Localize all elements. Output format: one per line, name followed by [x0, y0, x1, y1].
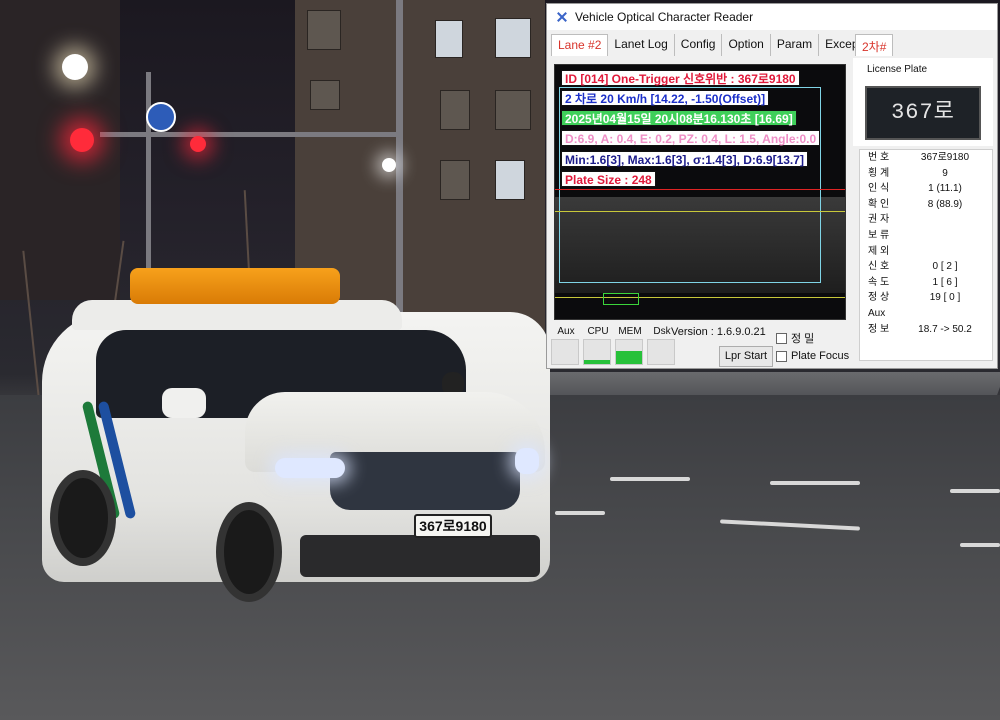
warning-lightbar: [130, 268, 340, 304]
overlay-time-line: 2025년04월15일 20시08분16.130초 [16.69]: [561, 110, 797, 126]
meter-mem: MEM: [615, 326, 645, 366]
info-value: 367로9180: [920, 152, 970, 163]
meter-label: MEM: [618, 326, 642, 337]
info-key: 속 도: [868, 276, 890, 288]
info-key: Aux: [868, 307, 886, 319]
info-key: 번 호: [868, 152, 890, 163]
info-key: 정 보: [868, 323, 890, 335]
info-value: 1 [ 6 ]: [932, 276, 958, 288]
info-row: 정 보 18.7 -> 50.2: [860, 322, 992, 338]
license-plate-title: License Plate: [867, 64, 928, 75]
meter-fill: [584, 360, 610, 364]
info-key: 보 류: [868, 229, 890, 241]
precision-checkbox[interactable]: 정 밀: [776, 330, 814, 346]
street-lamp: [62, 54, 88, 80]
info-row: 인 식 1 (11.1): [860, 181, 992, 197]
meter-label: Aux: [557, 326, 575, 337]
license-plate-panel: License Plate 367로9180: [853, 58, 993, 175]
title-bar: Vehicle Optical Character Reader: [547, 4, 997, 30]
info-row: 속 도 1 [ 6 ]: [860, 275, 992, 291]
tab-param[interactable]: Param: [771, 34, 820, 56]
tab-config[interactable]: Config: [675, 34, 723, 56]
info-key: 신 호: [868, 261, 890, 273]
info-key: 인 식: [868, 183, 890, 195]
recognition-info-table: 번 호 367로9180 횡 계 9 인 식 1 (11.1) 확 인 8 (88.9)…: [859, 149, 993, 361]
traffic-light-red-2: [190, 136, 206, 152]
lpr-window: Vehicle Optical Character Reader Lane #2…: [546, 3, 998, 369]
version-label: Version : 1.6.9.0.21: [671, 326, 766, 338]
tab-lane-alt[interactable]: 2차#: [855, 34, 894, 56]
camera-view[interactable]: ID [014] One-Trigger 신호위반 : 367로9180 2 차…: [554, 64, 846, 320]
info-key: 횡 계: [868, 167, 890, 179]
info-value: 1 (11.1): [928, 183, 962, 195]
overlay-stats-line: Min:1.6[3], Max:1.6[3], σ:1.4[3], D:6.9[…: [561, 151, 808, 167]
street-pole-2: [396, 0, 403, 340]
tab-option[interactable]: Option: [722, 34, 771, 56]
info-key: 권 자: [868, 214, 890, 226]
overlay-id-line: ID [014] One-Trigger 신호위반 : 367로9180: [561, 70, 800, 86]
info-row: 제 외: [860, 244, 992, 260]
resource-meters: Aux CPU MEM Dsk: [551, 326, 679, 366]
road-sign: [146, 102, 176, 132]
info-row: 정 상 19 [ 0 ]: [860, 290, 992, 306]
checkbox-box[interactable]: [776, 332, 787, 344]
detect-line-top: [555, 211, 845, 212]
overlay-plate-size: Plate Size : 248: [561, 171, 656, 187]
signal-arm: [100, 132, 400, 137]
checkbox-box[interactable]: [776, 350, 787, 362]
info-key: 확 인: [868, 198, 890, 210]
grille: [330, 452, 520, 510]
info-row: 번 호 367로9180: [860, 150, 992, 166]
overlay-metrics-line: D:6.9, A: 0.4, E: 0.2, PZ: 0.4, L: 1.5, …: [561, 130, 821, 146]
info-key: 제 외: [868, 245, 890, 257]
info-value: 8 (88.9): [927, 198, 963, 210]
plate-roi-box: [603, 293, 639, 305]
tab-strip: Lane #2 Lanet Log Config Option Param Ex…: [551, 34, 894, 58]
overlay-speed-line: 2 차로 20 Km/h [14.22, -1.50(Offset)]: [561, 90, 770, 106]
meter-fill: [616, 350, 642, 364]
info-value: 9: [942, 167, 948, 179]
plate-focus-checkbox-label: Plate Focus: [791, 350, 850, 362]
info-row: 횡 계 9: [860, 166, 992, 182]
van-license-plate: 367로9180: [414, 514, 492, 538]
info-value: 19 [ 0 ]: [929, 292, 961, 304]
info-value: 18.7 -> 50.2: [918, 323, 972, 335]
app-icon: [555, 10, 569, 24]
license-plate-image: 367로9180: [865, 86, 981, 175]
info-row: 권 자: [860, 212, 992, 228]
meter-label: CPU: [587, 326, 609, 337]
precision-checkbox-label: 정 밀: [791, 333, 815, 345]
info-row: 보 류: [860, 228, 992, 244]
info-row: 확 인 8 (88.9): [860, 197, 992, 213]
tab-lane-2[interactable]: Lane #2: [551, 34, 609, 56]
traffic-light-red: [70, 128, 94, 152]
plate-focus-checkbox[interactable]: Plate Focus: [776, 350, 849, 362]
info-value: 0 [ 2 ]: [932, 261, 958, 273]
window-title: Vehicle Optical Character Reader: [575, 10, 754, 24]
detect-line-bottom: [555, 297, 845, 298]
info-row: 신 호 0 [ 2 ]: [860, 259, 992, 275]
info-row: Aux: [860, 306, 992, 322]
meter-aux: Aux: [551, 326, 581, 366]
meter-cpu: CPU: [583, 326, 613, 366]
trigger-line: [555, 189, 845, 190]
info-key: 정 상: [868, 292, 890, 304]
building-left: [0, 0, 120, 300]
lpr-start-button[interactable]: Lpr Start: [719, 346, 773, 367]
tab-lanet-log[interactable]: Lanet Log: [608, 34, 675, 56]
